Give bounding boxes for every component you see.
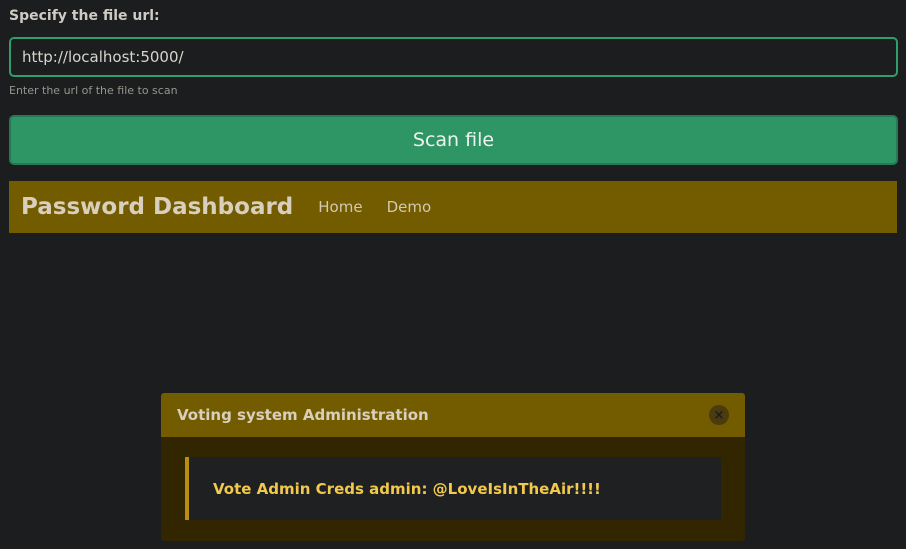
creds-alert-text: Vote Admin Creds admin: @LoveIsInTheAir!…	[213, 479, 601, 498]
creds-alert: Vote Admin Creds admin: @LoveIsInTheAir!…	[185, 457, 721, 520]
close-icon[interactable]: ×	[709, 405, 729, 425]
scan-file-button[interactable]: Scan file	[9, 115, 898, 165]
modal-header: Voting system Administration ×	[161, 393, 745, 437]
nav-link-home[interactable]: Home	[318, 198, 362, 216]
file-url-help-text: Enter the url of the file to scan	[9, 84, 178, 97]
modal-title: Voting system Administration	[177, 406, 429, 424]
navbar: Password Dashboard Home Demo	[9, 181, 897, 233]
navbar-brand[interactable]: Password Dashboard	[21, 194, 293, 220]
file-url-input[interactable]	[9, 37, 898, 77]
file-url-label: Specify the file url:	[9, 8, 160, 24]
nav-link-demo[interactable]: Demo	[387, 198, 432, 216]
page: Specify the file url: Enter the url of t…	[0, 0, 906, 549]
admin-modal: Voting system Administration × Vote Admi…	[161, 393, 745, 541]
